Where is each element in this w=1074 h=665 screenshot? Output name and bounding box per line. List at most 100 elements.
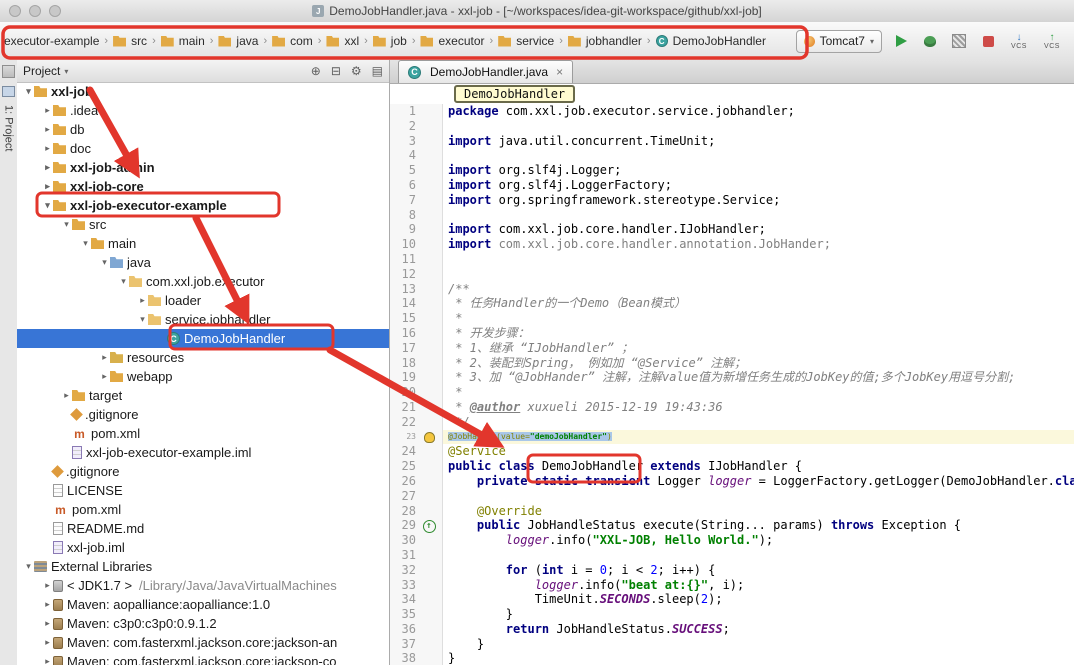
tree-expand-icon[interactable]: ▸ xyxy=(61,390,72,401)
tree-expand-icon[interactable]: ▸ xyxy=(137,295,148,306)
tree-expand-icon[interactable]: ▸ xyxy=(42,181,53,192)
tree-expand-icon[interactable]: ▾ xyxy=(118,276,129,287)
tree-expand-icon[interactable]: ▸ xyxy=(42,618,53,629)
tree-item-webapp[interactable]: ▸webapp xyxy=(17,367,389,386)
tree-item-xxl-job-admin[interactable]: ▸xxl-job-admin xyxy=(17,158,389,177)
tree-item-demojobhandler[interactable]: DemoJobHandler xyxy=(17,329,389,348)
tree-item-resources[interactable]: ▸resources xyxy=(17,348,389,367)
code-editor[interactable]: 1package com.xxl.job.executor.service.jo… xyxy=(390,104,1074,665)
tree-expand-icon[interactable]: ▾ xyxy=(99,257,110,268)
code-line-6[interactable]: 6import org.slf4j.LoggerFactory; xyxy=(390,178,1074,193)
code-line-28[interactable]: 28 @Override xyxy=(390,504,1074,519)
code-line-3[interactable]: 3import java.util.concurrent.TimeUnit; xyxy=(390,134,1074,149)
code-line-34[interactable]: 34 TimeUnit.SECONDS.sleep(2); xyxy=(390,592,1074,607)
tree-item-target[interactable]: ▸target xyxy=(17,386,389,405)
code-line-32[interactable]: 32 for (int i = 0; i < 2; i++) { xyxy=(390,563,1074,578)
tree-item-license[interactable]: LICENSE xyxy=(17,481,389,500)
code-line-9[interactable]: 9import com.xxl.job.core.handler.IJobHan… xyxy=(390,222,1074,237)
tree-item-xxl-job-executor-example-iml[interactable]: xxl-job-executor-example.iml xyxy=(17,443,389,462)
settings-gear-icon[interactable]: ⚙ xyxy=(351,64,362,78)
code-line-36[interactable]: 36 return JobHandleStatus.SUCCESS; xyxy=(390,622,1074,637)
locate-icon[interactable]: ⊕ xyxy=(311,64,321,78)
code-line-11[interactable]: 11 xyxy=(390,252,1074,267)
tree-item-com-xxl-job-executor[interactable]: ▾com.xxl.job.executor xyxy=(17,272,389,291)
tree-item-loader[interactable]: ▸loader xyxy=(17,291,389,310)
tree-item-pom-xml[interactable]: pom.xml xyxy=(17,424,389,443)
code-line-18[interactable]: 18 * 2、装配到Spring， 例如加 “@Service” 注解； xyxy=(390,356,1074,371)
debug-button[interactable] xyxy=(920,31,940,51)
tree-expand-icon[interactable]: ▾ xyxy=(23,86,34,97)
tree-item-pom-xml[interactable]: pom.xml xyxy=(17,500,389,519)
code-line-2[interactable]: 2 xyxy=(390,119,1074,134)
breadcrumb-item-service[interactable]: service xyxy=(497,32,555,50)
code-line-5[interactable]: 5import org.slf4j.Logger; xyxy=(390,163,1074,178)
close-window-button[interactable] xyxy=(9,5,21,17)
tool-windows-icon[interactable] xyxy=(2,65,15,78)
code-line-30[interactable]: 30 logger.info("XXL-JOB, Hello World."); xyxy=(390,533,1074,548)
tree-item-service-jobhandler[interactable]: ▾service.jobhandler xyxy=(17,310,389,329)
tree-item-src[interactable]: ▾src xyxy=(17,215,389,234)
code-line-19[interactable]: 19 * 3、加 “@JobHander” 注解，注解value值为新增任务生成… xyxy=(390,370,1074,385)
code-line-13[interactable]: 13/** xyxy=(390,282,1074,297)
tree-item-gitignore[interactable]: .gitignore xyxy=(17,462,389,481)
tree-expand-icon[interactable]: ▸ xyxy=(42,599,53,610)
override-marker-icon[interactable] xyxy=(423,520,436,533)
coverage-button[interactable] xyxy=(949,31,969,51)
tree-expand-icon[interactable]: ▾ xyxy=(23,561,34,572)
code-line-29[interactable]: 29 public JobHandleStatus execute(String… xyxy=(390,518,1074,533)
code-line-33[interactable]: 33 logger.info("beat at:{}", i); xyxy=(390,578,1074,593)
tree-item-external-libraries[interactable]: ▾External Libraries xyxy=(17,557,389,576)
breadcrumb-item-xxl[interactable]: xxl xyxy=(325,32,360,50)
stop-button[interactable] xyxy=(978,31,998,51)
project-tool-window-button[interactable]: 1: Project xyxy=(3,105,15,151)
code-line-16[interactable]: 16 * 开发步骤： xyxy=(390,326,1074,341)
code-line-15[interactable]: 15 * xyxy=(390,311,1074,326)
code-line-7[interactable]: 7import org.springframework.stereotype.S… xyxy=(390,193,1074,208)
tree-item-maven-c3p0-c3p0-0-9-1-2[interactable]: ▸Maven: c3p0:c3p0:0.9.1.2 xyxy=(17,614,389,633)
project-tool-window-icon[interactable] xyxy=(2,86,15,97)
code-line-27[interactable]: 27 xyxy=(390,489,1074,504)
tree-item-doc[interactable]: ▸doc xyxy=(17,139,389,158)
tree-item-readme-md[interactable]: README.md xyxy=(17,519,389,538)
tree-expand-icon[interactable]: ▸ xyxy=(42,124,53,135)
tree-item-maven-com-fasterxml-jackson-core-jackson-an[interactable]: ▸Maven: com.fasterxml.jackson.core:jacks… xyxy=(17,633,389,652)
breadcrumb-item-jobhandler[interactable]: jobhandler xyxy=(567,32,643,50)
code-line-8[interactable]: 8 xyxy=(390,208,1074,223)
tree-item-db[interactable]: ▸db xyxy=(17,120,389,139)
code-line-10[interactable]: 10import com.xxl.job.core.handler.annota… xyxy=(390,237,1074,252)
code-line-35[interactable]: 35 } xyxy=(390,607,1074,622)
tree-expand-icon[interactable]: ▾ xyxy=(42,200,53,211)
tree-item-xxl-job-iml[interactable]: xxl-job.iml xyxy=(17,538,389,557)
tree-expand-icon[interactable]: ▸ xyxy=(42,143,53,154)
tree-expand-icon[interactable]: ▸ xyxy=(99,352,110,363)
tree-item-xxl-job-core[interactable]: ▸xxl-job-core xyxy=(17,177,389,196)
tree-expand-icon[interactable]: ▸ xyxy=(99,371,110,382)
tree-item-xxl-job-executor-example[interactable]: ▾xxl-job-executor-example xyxy=(17,196,389,215)
close-tab-icon[interactable]: × xyxy=(556,65,563,79)
code-line-26[interactable]: 26 private static transient Logger logge… xyxy=(390,474,1074,489)
vcs-update-button[interactable]: ↓ VCS xyxy=(1007,33,1031,50)
code-line-14[interactable]: 14 * 任务Handler的一个Demo（Bean模式） xyxy=(390,296,1074,311)
tree-expand-icon[interactable]: ▾ xyxy=(61,219,72,230)
editor-breadcrumb-chip[interactable]: DemoJobHandler xyxy=(454,85,575,103)
breadcrumb-item-demojobhandler[interactable]: DemoJobHandler xyxy=(655,32,767,50)
code-line-23[interactable]: 23@JobHander(value="demoJobHandler") xyxy=(390,430,1074,445)
code-line-24[interactable]: 24@Service xyxy=(390,444,1074,459)
code-line-31[interactable]: 31 xyxy=(390,548,1074,563)
tree-item-java[interactable]: ▾java xyxy=(17,253,389,272)
vcs-commit-button[interactable]: ↑ VCS xyxy=(1040,33,1064,50)
tree-item-gitignore[interactable]: .gitignore xyxy=(17,405,389,424)
code-line-20[interactable]: 20 * xyxy=(390,385,1074,400)
breadcrumb-item-executor-example[interactable]: executor-example xyxy=(3,32,100,50)
tree-expand-icon[interactable]: ▾ xyxy=(137,314,148,325)
tree-expand-icon[interactable]: ▾ xyxy=(80,238,91,249)
tree-expand-icon[interactable]: ▸ xyxy=(42,656,53,665)
code-line-37[interactable]: 37 } xyxy=(390,637,1074,652)
tab-demojobhandler[interactable]: DemoJobHandler.java × xyxy=(398,60,573,83)
zoom-window-button[interactable] xyxy=(49,5,61,17)
tree-item-xxl-job[interactable]: ▾xxl-job xyxy=(17,82,389,101)
hide-icon[interactable]: ▤ xyxy=(372,64,383,78)
run-button[interactable] xyxy=(891,31,911,51)
run-configuration-select[interactable]: Tomcat7 ▾ xyxy=(796,30,882,53)
breadcrumb-item-com[interactable]: com xyxy=(271,32,314,50)
